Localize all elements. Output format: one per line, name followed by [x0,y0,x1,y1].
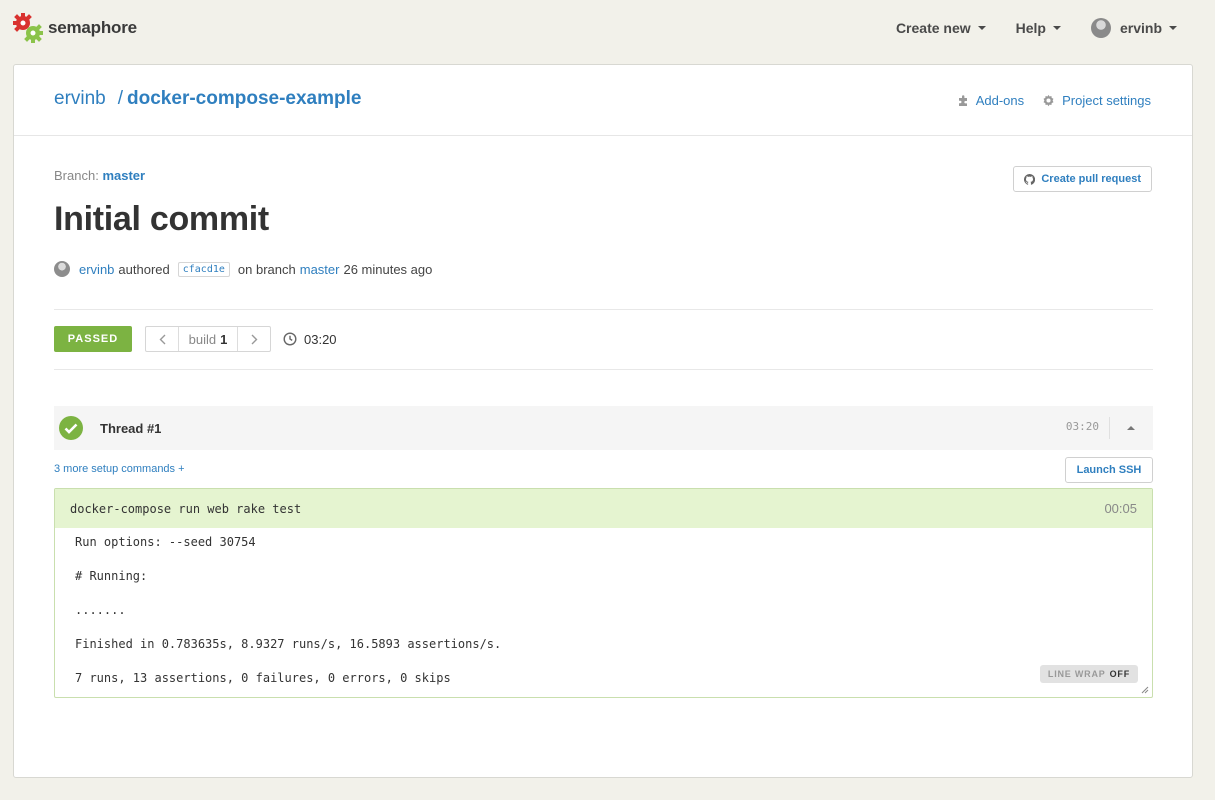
author-link[interactable]: ervinb [79,262,114,277]
collapse-icon[interactable] [1127,426,1135,430]
gear-icon [1043,94,1054,107]
line-wrap-toggle[interactable]: LINE WRAP OFF [1039,665,1138,683]
command-text: docker-compose run web rake test [70,501,302,516]
help-menu[interactable]: Help [1016,16,1061,40]
output-line: 7 runs, 13 assertions, 0 failures, 0 err… [75,671,451,685]
check-circle-icon [59,416,83,440]
command-duration: 00:05 [1104,501,1137,516]
brand-name: semaphore [48,18,137,37]
divider [54,369,1153,370]
command-header[interactable]: docker-compose run web rake test 00:05 [55,489,1152,528]
build-status-row: PASSED build 1 03:20 [54,326,337,352]
setup-commands-link[interactable]: 3 more setup commands + [54,463,185,475]
build-duration: 03:20 [283,332,337,347]
breadcrumb: ervinb / docker-compose-example [54,88,361,110]
brand-logo[interactable]: semaphore [12,12,137,44]
divider [54,309,1153,310]
author-avatar [54,261,70,277]
project-header-links: Add-ons Project settings [939,93,1151,108]
top-nav-menu: Create new Help ervinb [866,16,1177,40]
thread-time: 03:20 [1065,420,1099,433]
semaphore-logo-icon [12,12,44,44]
addons-label: Add-ons [975,93,1025,108]
create-new-label: Create new [895,20,971,36]
create-new-menu[interactable]: Create new [896,16,986,40]
clock-icon [283,332,297,346]
thread-header[interactable]: Thread #1 03:20 [54,406,1153,450]
output-line: # Running: [75,569,148,583]
commit-title: Initial commit [54,200,269,238]
branch-prefix: Branch: [54,168,99,183]
branch-info: Branch: master [54,168,145,183]
create-pull-request-button[interactable]: Create pull request [1013,166,1152,192]
commit-meta: ervinb authored cfacd1e on branch master… [54,261,432,277]
project-header: ervinb / docker-compose-example Add-ons … [14,65,1192,136]
project-panel: ervinb / docker-compose-example Add-ons … [13,64,1193,778]
output-line: Run options: --seed 30754 [75,535,256,549]
build-label: build [188,331,217,347]
breadcrumb-project-link[interactable]: docker-compose-example [127,88,361,110]
github-icon [1024,173,1036,185]
user-avatar [1090,18,1111,38]
breadcrumb-owner-link[interactable]: ervinb [54,88,106,110]
chevron-right-icon [251,334,257,344]
thread-title: Thread #1 [100,420,162,436]
build-pager: build 1 [145,326,271,352]
commit-time-ago: 26 minutes ago [343,261,433,277]
puzzle-icon [958,94,967,106]
line-wrap-state: OFF [1109,669,1130,679]
on-branch-text: on branch [237,261,296,277]
user-name: ervinb [1119,20,1162,36]
chevron-down-icon [1052,26,1061,30]
chevron-down-icon [1169,26,1177,30]
top-navbar: semaphore Create new Help ervinb [0,0,1215,56]
build-number: build 1 [178,327,238,351]
project-settings-link[interactable]: Project settings [1042,93,1151,108]
command-log: docker-compose run web rake test 00:05 R… [54,488,1153,698]
build-duration-value: 03:20 [304,331,337,347]
resize-handle-icon[interactable] [1141,686,1149,694]
meta-branch-link[interactable]: master [300,262,340,277]
project-settings-label: Project settings [1062,93,1151,108]
user-menu[interactable]: ervinb [1090,16,1177,40]
chevron-left-icon [159,334,165,344]
launch-ssh-button[interactable]: Launch SSH [1065,457,1153,483]
line-wrap-label: LINE WRAP [1047,669,1106,679]
authored-text: authored [118,261,170,277]
output-line: ....... [75,603,126,617]
command-output: Run options: --seed 30754 # Running: ...… [55,528,1152,703]
output-line: Finished in 0.783635s, 8.9327 runs/s, 16… [75,637,502,651]
status-badge: PASSED [54,326,132,352]
create-pull-request-label: Create pull request [1041,173,1141,185]
divider [1109,417,1110,439]
breadcrumb-separator: / [117,88,124,109]
build-number-value: 1 [220,331,228,347]
addons-link[interactable]: Add-ons [957,93,1024,108]
chevron-down-icon [977,26,986,30]
previous-build-button[interactable] [146,327,178,351]
branch-link[interactable]: master [102,168,145,183]
help-label: Help [1015,20,1046,36]
commit-sha-link[interactable]: cfacd1e [177,261,230,277]
next-build-button[interactable] [238,327,270,351]
